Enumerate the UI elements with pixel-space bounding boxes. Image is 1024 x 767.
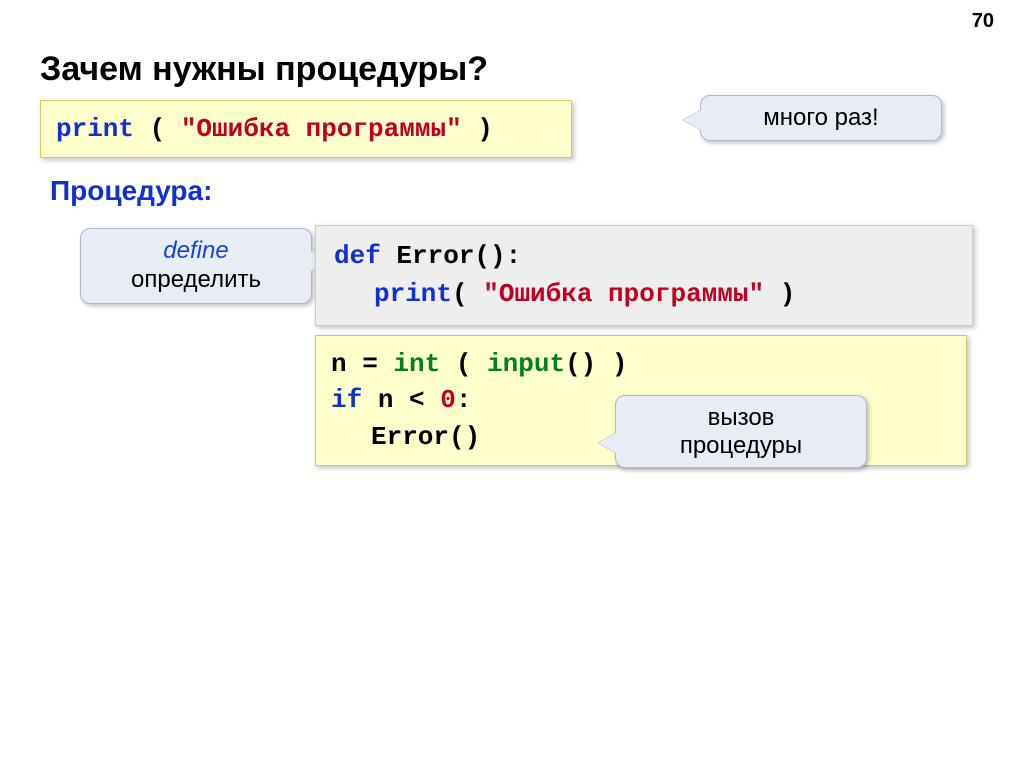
callout-call-line1: вызов	[636, 404, 846, 432]
callout-define: define определить	[80, 228, 312, 304]
code-print-line: print ( "Ошибка программы" )	[40, 100, 572, 158]
kw-int: int	[393, 349, 440, 379]
kw-def: def	[334, 241, 381, 271]
fn-name: Error():	[381, 241, 521, 271]
lit-zero: 0	[440, 385, 456, 415]
paren: (	[452, 279, 483, 309]
callout-many-times: много раз!	[700, 95, 942, 141]
callout-call-line2: процедуры	[636, 432, 846, 460]
paren4: () )	[565, 349, 627, 379]
paren-close: )	[462, 114, 493, 144]
call-error: Error()	[371, 422, 480, 452]
page-number: 70	[972, 10, 994, 33]
kw-print: print	[56, 114, 134, 144]
code-line-n: n = int ( input() )	[331, 346, 951, 382]
code-def-box: def Error(): print( "Ошибка программы" )	[315, 225, 973, 326]
subtitle-procedure: Процедура:	[50, 175, 212, 207]
code-line-2: print( "Ошибка программы" )	[334, 276, 954, 314]
callout-text: много раз!	[763, 104, 878, 131]
callout-tail	[598, 433, 616, 453]
colon: :	[456, 385, 472, 415]
kw-print2: print	[374, 279, 452, 309]
paren2: )	[764, 279, 795, 309]
callout-define-en: define	[101, 237, 291, 266]
string-literal: "Ошибка программы"	[181, 114, 462, 144]
callout-define-ru: определить	[101, 266, 291, 295]
kw-input: input	[487, 349, 565, 379]
code-line-1: def Error():	[334, 238, 954, 276]
callout-call-procedure: вызов процедуры	[615, 395, 867, 468]
paren3: (	[440, 349, 487, 379]
slide-title: Зачем нужны процедуры?	[40, 50, 488, 89]
cond: n <	[362, 385, 440, 415]
kw-if: if	[331, 385, 362, 415]
string-literal2: "Ошибка программы"	[483, 279, 764, 309]
paren-open: (	[134, 114, 181, 144]
callout-tail	[683, 110, 701, 130]
var-n: n =	[331, 349, 393, 379]
